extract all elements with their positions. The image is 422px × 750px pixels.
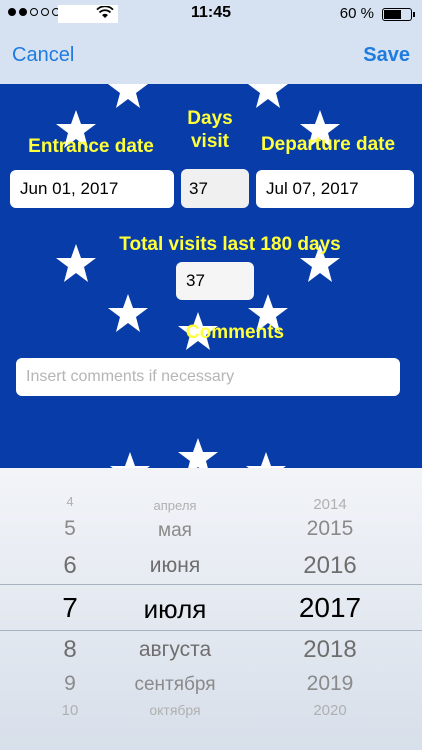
picker-year-option[interactable]: 2020 (270, 702, 390, 719)
cancel-button[interactable]: Cancel (12, 44, 74, 67)
picker-month-option[interactable]: августа (110, 638, 240, 662)
departure-date-label: Departure date (260, 134, 396, 155)
star-icon (248, 84, 288, 108)
picker-month-option[interactable]: сентября (110, 674, 240, 696)
picker-year-option[interactable]: 2014 (270, 496, 390, 513)
battery-icon (382, 8, 415, 21)
days-visit-field[interactable]: 37 (181, 169, 249, 208)
days-label-line2: visit (190, 130, 230, 152)
picker-month-option[interactable]: июня (110, 554, 240, 578)
picker-year-column[interactable]: 2014 2015 2016 2017 2018 2019 2020 (270, 468, 390, 750)
picker-month-option[interactable]: мая (110, 520, 240, 542)
picker-month-column[interactable]: апреля мая июня июля августа сентября ок… (110, 468, 240, 750)
picker-day-option[interactable]: 8 (20, 636, 120, 664)
picker-year-option[interactable]: 2016 (270, 552, 390, 580)
picker-year-option[interactable]: 2015 (270, 517, 390, 541)
picker-month-selected[interactable]: июля (110, 594, 240, 625)
days-visit-label: Days visit (178, 108, 242, 154)
comments-label: Comments (185, 322, 285, 343)
days-label-line1: Days (187, 108, 233, 129)
picker-month-option[interactable]: апреля (110, 498, 240, 513)
star-icon (246, 452, 286, 468)
picker-day-option[interactable]: 9 (20, 672, 120, 696)
picker-month-option[interactable]: октября (110, 702, 240, 718)
star-icon (108, 84, 148, 108)
total-visits-field[interactable]: 37 (176, 262, 254, 300)
picker-day-column[interactable]: 4 5 6 7 8 9 10 (20, 468, 120, 750)
star-icon (110, 452, 150, 468)
picker-year-selected[interactable]: 2017 (270, 592, 390, 624)
picker-day-option[interactable]: 4 (20, 494, 120, 509)
star-icon (108, 294, 148, 332)
star-icon (178, 438, 218, 468)
picker-year-option[interactable]: 2019 (270, 672, 390, 696)
picker-day-option[interactable]: 10 (20, 702, 120, 719)
save-button[interactable]: Save (363, 44, 410, 67)
battery-percent: 60 % (339, 5, 374, 22)
picker-day-selected[interactable]: 7 (20, 592, 120, 624)
entrance-date-field[interactable]: Jun 01, 2017 (10, 170, 174, 208)
date-picker[interactable]: 4 5 6 7 8 9 10 апреля мая июня июля авгу… (0, 468, 422, 750)
departure-date-field[interactable]: Jul 07, 2017 (256, 170, 414, 208)
picker-day-option[interactable]: 6 (20, 552, 120, 580)
comments-input[interactable]: Insert comments if necessary (16, 358, 400, 396)
picker-day-option[interactable]: 5 (20, 517, 120, 541)
picker-year-option[interactable]: 2018 (270, 636, 390, 664)
entrance-date-label: Entrance date (28, 136, 154, 157)
total-visits-label: Total visits last 180 days (119, 234, 341, 255)
navigation-bar: Cancel Save (0, 28, 422, 84)
status-bar: 11:45 60 % (0, 0, 422, 28)
